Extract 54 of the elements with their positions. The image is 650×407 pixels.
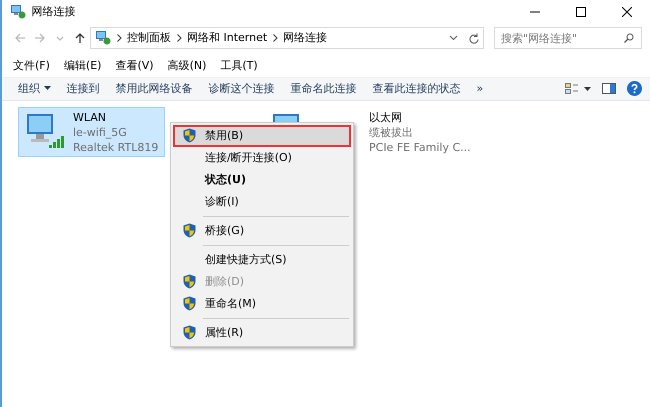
close-icon[interactable]	[622, 7, 632, 17]
chevron-icon[interactable]	[176, 34, 182, 42]
search-field[interactable]: 搜索"网络连接"	[494, 27, 642, 49]
maximize-icon[interactable]	[576, 7, 586, 17]
connection-item[interactable]: WLAN le-wifi_5G Realtek RTL819	[18, 106, 166, 157]
breadcrumb-item[interactable]: 控制面板	[127, 30, 171, 46]
menu-item[interactable]: 创建快捷方式(S)	[173, 248, 351, 271]
menu-item[interactable]: 属性(R)	[173, 322, 351, 344]
address-bar[interactable]: 控制面板 网络和 Internet 网络连接	[90, 27, 484, 49]
toolbar-button[interactable]: 诊断这个连接	[200, 78, 282, 99]
toolbar-button[interactable]: 组织	[10, 78, 58, 99]
menu-item[interactable]: 诊断(I)	[173, 190, 351, 213]
connection-name: WLAN	[73, 110, 108, 125]
toolbar-button[interactable]: 连接到	[58, 78, 108, 99]
network-computer-icon	[10, 4, 26, 20]
refresh-icon[interactable]	[469, 32, 479, 44]
shield-icon	[183, 274, 196, 290]
toolbar-button[interactable]: 重命名此连接	[282, 78, 364, 99]
menu-item[interactable]: 查看(V)	[108, 56, 161, 76]
menu-item[interactable]: 工具(T)	[213, 56, 265, 76]
toolbar-button[interactable]: 查看此连接的状态	[364, 78, 468, 99]
menu-item[interactable]: 编辑(E)	[56, 56, 108, 76]
window-title: 网络连接	[32, 4, 76, 20]
connection-status: 缆被拔出	[369, 124, 414, 140]
chevron-icon[interactable]	[116, 34, 122, 42]
adapter-name: Realtek RTL819	[73, 140, 158, 155]
menu-item[interactable]: 桥接(G)	[173, 220, 351, 242]
toolbar-button[interactable]: »	[468, 78, 492, 99]
connection-name: 以太网	[369, 110, 403, 125]
caret-icon[interactable]	[584, 86, 591, 91]
control-panel-icon	[95, 30, 111, 46]
caret-icon[interactable]	[449, 35, 458, 41]
shield-icon	[183, 325, 196, 340]
shield-icon	[183, 296, 196, 312]
toolbar-button[interactable]: 禁用此网络设备	[108, 78, 200, 99]
up-arrow-icon[interactable]	[75, 32, 85, 44]
breadcrumb-item[interactable]: 网络连接	[283, 30, 328, 46]
menu-item[interactable]: 状态(U)	[173, 168, 351, 191]
view-options-icon[interactable]	[564, 82, 578, 95]
breadcrumb-item[interactable]: 网络和 Internet	[187, 30, 268, 46]
menu-item[interactable]: 禁用(B)	[173, 124, 351, 147]
menu-item[interactable]: 高级(N)	[160, 56, 214, 76]
adapter-name: PCIe FE Family C...	[369, 140, 471, 155]
menu-item[interactable]: 连接/断开连接(O)	[173, 146, 351, 169]
shield-icon	[183, 223, 196, 238]
preview-pane-icon[interactable]	[602, 83, 616, 94]
menu-item[interactable]: 重命名(M)	[173, 292, 351, 315]
menu-item[interactable]: 文件(F)	[6, 56, 57, 76]
caret-icon	[44, 86, 50, 90]
chevron-icon[interactable]	[272, 34, 278, 42]
shield-icon	[183, 128, 196, 144]
help-icon[interactable]	[627, 81, 642, 96]
connection-status: le-wifi_5G	[73, 124, 128, 140]
search-icon[interactable]	[624, 33, 634, 43]
